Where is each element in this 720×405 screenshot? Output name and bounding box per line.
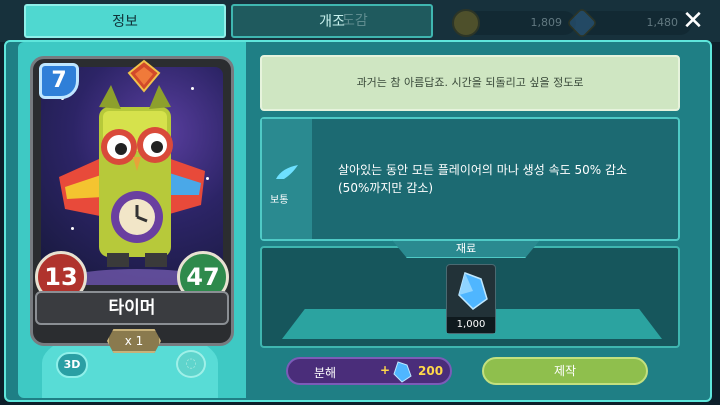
craft-button[interactable]: 제작 xyxy=(482,357,648,385)
crystal-icon xyxy=(393,361,412,383)
disenchant-button[interactable]: 분해 + 200 xyxy=(286,357,452,385)
rarity-gem-icon xyxy=(127,59,161,93)
gem-amount: 1,480 xyxy=(646,16,679,29)
chat-bubble-icon[interactable]: ◌ xyxy=(176,350,206,378)
crystal-material-slot: 1,000 xyxy=(446,264,496,334)
material-quantity: 1,000 xyxy=(447,317,495,333)
gold-amount: 1,809 xyxy=(530,16,563,29)
disenchant-label: 분해 xyxy=(314,366,337,380)
materials-label: 재료 xyxy=(392,240,540,258)
gold-coin-icon xyxy=(452,9,480,37)
disenchant-plus: + xyxy=(380,363,391,377)
ability-line-1: 살아있는 동안 모든 플레이어의 마나 생성 속도 50% 감소 xyxy=(338,163,628,177)
ability-line-2: (50%까지만 감소) xyxy=(338,181,434,195)
speed-wing-icon xyxy=(276,165,298,179)
unit-card[interactable]: 7 13 47 타이머 x 1 xyxy=(30,56,234,353)
star-decoration xyxy=(71,227,74,230)
ability-description: 살아있는 동안 모든 플레이어의 마나 생성 속도 50% 감소 (50%까지만… xyxy=(338,161,668,197)
mana-cost-badge: 7 xyxy=(39,63,79,99)
card-name: 타이머 xyxy=(35,291,229,325)
close-icon[interactable]: ✕ xyxy=(680,8,706,34)
flavor-text: 과거는 참 아름답죠. 시간을 되돌리고 싶을 정도로 xyxy=(260,55,680,111)
star-decoration xyxy=(206,177,209,180)
card-count: x 1 xyxy=(107,329,161,353)
tab-remodel[interactable]: 개조 xyxy=(231,4,433,38)
ability-tier-label: 보통 xyxy=(270,195,289,206)
star-decoration xyxy=(191,87,194,90)
crystal-icon xyxy=(458,272,488,310)
tab-ghost-label: 도감 xyxy=(342,13,368,29)
gold-counter: 1,809 xyxy=(452,9,576,37)
ability-panel: 보통 살아있는 동안 모든 플레이어의 마나 생성 속도 50% 감소 (50%… xyxy=(260,117,680,241)
disenchant-amount: 200 xyxy=(418,364,444,378)
gem-counter: 1,480 xyxy=(566,7,692,39)
view-3d-button[interactable]: 3D xyxy=(56,352,88,378)
tab-info[interactable]: 정보 xyxy=(24,4,226,38)
ability-icon-column: 보통 xyxy=(262,119,312,239)
